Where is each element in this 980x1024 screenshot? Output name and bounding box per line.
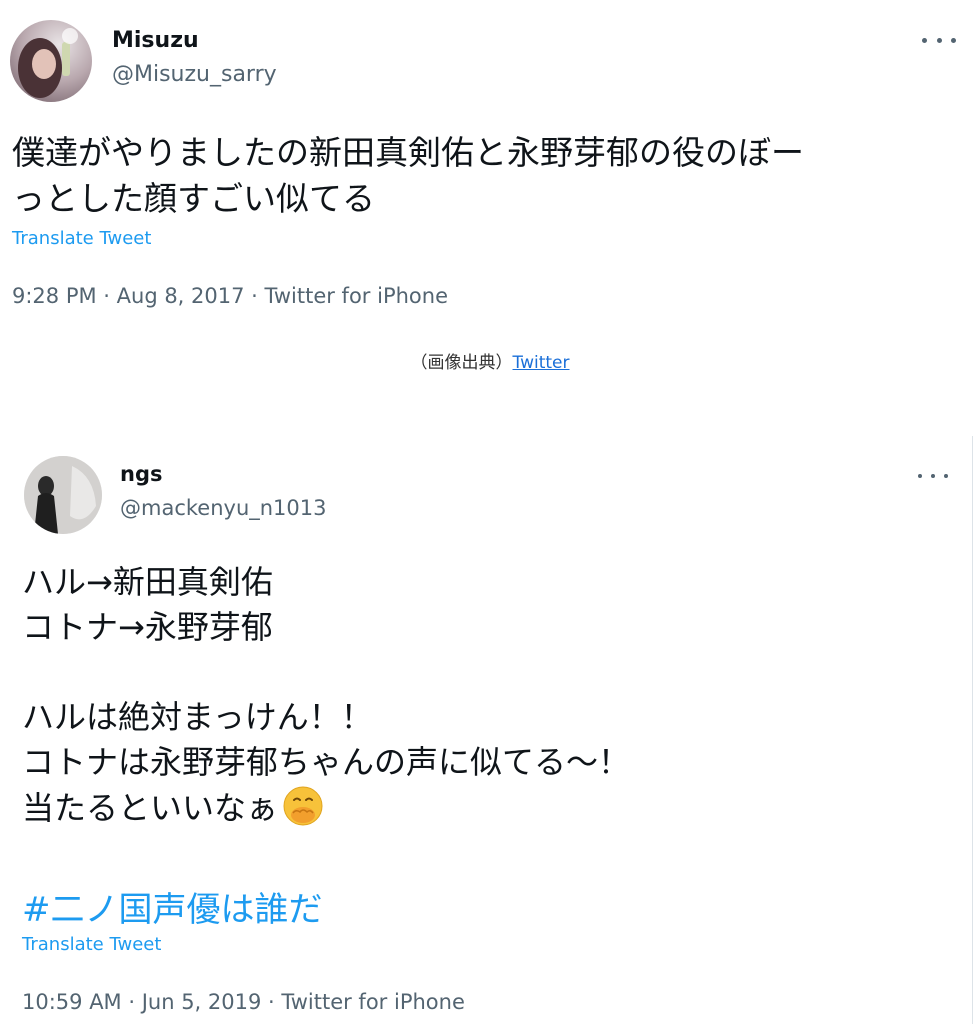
source-link[interactable]: Twitter	[513, 353, 570, 373]
translate-tweet-link[interactable]: Translate Tweet	[12, 228, 151, 249]
tweet-timestamp[interactable]: 10:59 AM · Jun 5, 2019 · Twitter for iPh…	[22, 990, 465, 1014]
tweet-line-text: 当たるといいなぁ	[22, 789, 279, 827]
tweet-line-last: 当たるといいなぁ	[22, 785, 952, 830]
tweet-text: ハル→新田真剣佑 コトナ→永野芽郁 ハルは絶対まっけん！！ コトナは永野芽郁ちゃ…	[22, 560, 952, 830]
display-name[interactable]: Misuzu	[112, 28, 199, 53]
caption-prefix: （画像出典）	[410, 353, 513, 373]
image-source-caption: （画像出典）Twitter	[0, 348, 980, 373]
hashtag-link[interactable]: #二ノ国声優は誰だ	[22, 882, 323, 931]
tweet-timestamp[interactable]: 9:28 PM · Aug 8, 2017 · Twitter for iPho…	[12, 284, 448, 308]
tweet-misuzu[interactable]: Misuzu @Misuzu_sarry 僕達がやりましたの新田真剣佑と永野芽郁…	[0, 0, 980, 330]
tweet-line: コトナは永野芽郁ちゃんの声に似てる〜！	[22, 743, 631, 781]
more-horizontal-icon[interactable]	[918, 466, 948, 486]
tweet-text: 僕達がやりましたの新田真剣佑と永野芽郁の役のぼー っとした顔すごい似てる	[12, 133, 804, 218]
avatar[interactable]	[24, 456, 102, 534]
translate-tweet-link[interactable]: Translate Tweet	[22, 934, 161, 955]
face-with-hand-over-mouth-icon	[282, 785, 324, 827]
avatar[interactable]	[10, 20, 92, 102]
screenshot-page: Misuzu @Misuzu_sarry 僕達がやりましたの新田真剣佑と永野芽郁…	[0, 0, 980, 1024]
tweet-line: ハル→新田真剣佑	[22, 563, 273, 601]
user-handle[interactable]: @mackenyu_n1013	[120, 496, 327, 520]
user-handle[interactable]: @Misuzu_sarry	[112, 62, 277, 87]
tweet-line: コトナ→永野芽郁	[22, 608, 273, 646]
tweet-line: ハルは絶対まっけん！！	[22, 698, 373, 736]
tweet-ngs[interactable]: ngs @mackenyu_n1013 ハル→新田真剣佑 コトナ→永野芽郁 ハル…	[0, 436, 973, 1024]
more-horizontal-icon[interactable]	[922, 28, 956, 52]
display-name[interactable]: ngs	[120, 462, 162, 486]
